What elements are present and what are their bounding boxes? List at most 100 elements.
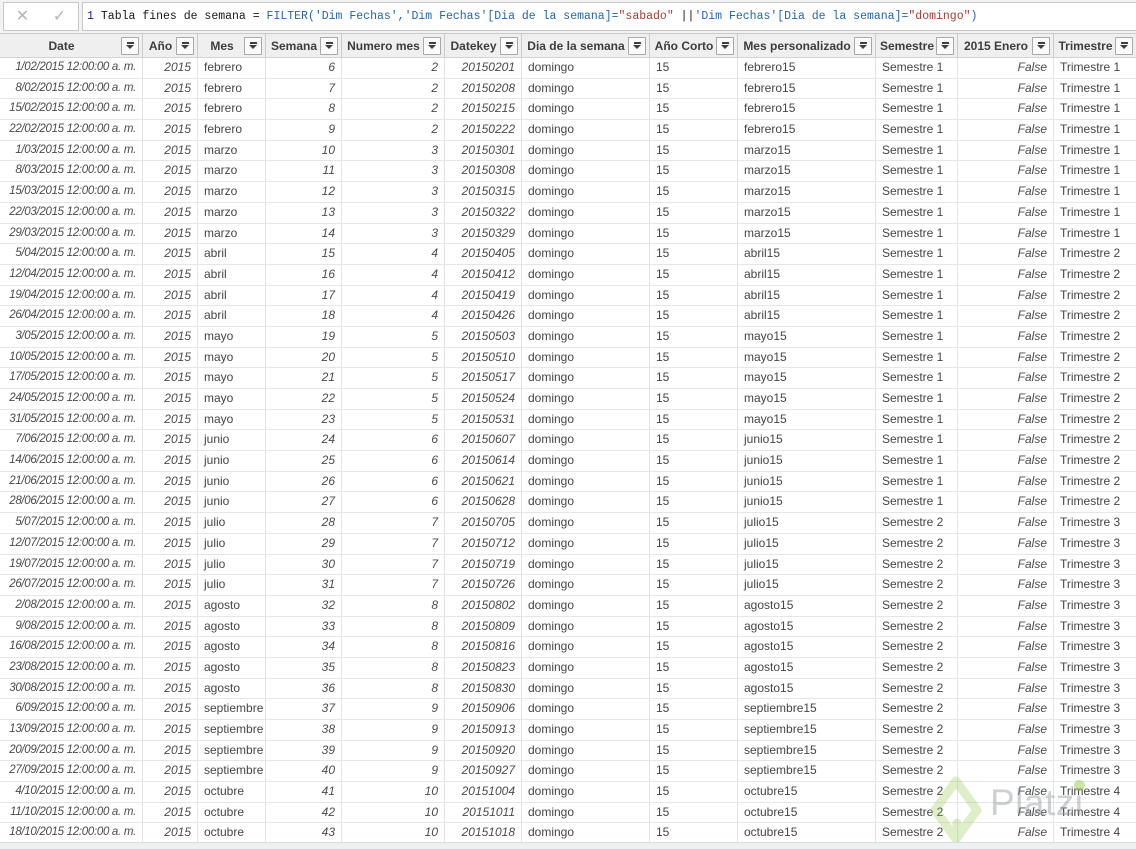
table-cell[interactable]: False [958, 595, 1054, 616]
table-cell[interactable]: 3 [342, 182, 445, 202]
table-cell[interactable]: Semestre 1 [876, 58, 958, 78]
table-cell[interactable]: 15 [650, 802, 738, 823]
table-cell[interactable]: 20151004 [445, 782, 522, 802]
table-cell[interactable]: septiembre15 [738, 720, 876, 740]
table-cell[interactable]: Semestre 1 [876, 285, 958, 306]
table-cell[interactable]: Trimestre 3 [1054, 658, 1136, 678]
table-cell[interactable]: Semestre 2 [876, 782, 958, 802]
table-cell[interactable]: 23/08/2015 12:00:00 a. m. [0, 657, 143, 678]
table-cell[interactable]: marzo [198, 202, 266, 223]
table-cell[interactable]: 15 [650, 58, 738, 78]
table-cell[interactable]: 3 [342, 140, 445, 161]
table-cell[interactable]: mayo [198, 409, 266, 430]
table-cell[interactable]: Semestre 2 [876, 533, 958, 554]
table-cell[interactable]: septiembre15 [738, 761, 876, 782]
table-cell[interactable]: 41 [266, 782, 342, 802]
table-cell[interactable]: 2015 [143, 202, 198, 223]
table-cell[interactable]: domingo [522, 244, 650, 264]
table-cell[interactable]: febrero15 [738, 58, 876, 78]
table-cell[interactable]: 20150222 [445, 120, 522, 140]
table-cell[interactable]: 14 [266, 223, 342, 244]
table-cell[interactable]: 22 [266, 389, 342, 409]
table-cell[interactable]: julio15 [738, 533, 876, 554]
table-cell[interactable]: 20150823 [445, 657, 522, 678]
table-cell[interactable]: 10/05/2015 12:00:00 a. m. [0, 347, 143, 368]
table-cell[interactable]: False [958, 823, 1054, 844]
table-cell[interactable]: Semestre 1 [876, 451, 958, 471]
table-cell[interactable]: 7 [342, 554, 445, 575]
table-cell[interactable]: 9 [342, 740, 445, 761]
table-cell[interactable]: agosto15 [738, 595, 876, 616]
table-cell[interactable]: 31/05/2015 12:00:00 a. m. [0, 409, 143, 430]
table-cell[interactable]: Trimestre 2 [1054, 389, 1136, 409]
table-cell[interactable]: False [958, 306, 1054, 326]
table-cell[interactable]: 2015 [143, 451, 198, 471]
table-cell[interactable]: 20150628 [445, 492, 522, 513]
table-cell[interactable]: 2 [342, 78, 445, 99]
table-cell[interactable]: septiembre15 [738, 699, 876, 719]
table-cell[interactable]: Trimestre 1 [1054, 203, 1136, 223]
table-cell[interactable]: 24 [266, 430, 342, 451]
table-cell[interactable]: 4 [342, 264, 445, 285]
filter-dropdown-icon[interactable] [628, 36, 646, 55]
table-cell[interactable]: mayo15 [738, 368, 876, 388]
table-cell[interactable]: domingo [522, 120, 650, 140]
table-cell[interactable]: 19 [266, 326, 342, 347]
table-cell[interactable]: 42 [266, 802, 342, 823]
table-cell[interactable]: julio15 [738, 513, 876, 533]
table-cell[interactable]: 2015 [143, 347, 198, 368]
column-header-2015-enero[interactable]: 2015 Enero [958, 34, 1054, 57]
table-cell[interactable]: 18/10/2015 12:00:00 a. m. [0, 823, 143, 844]
table-cell[interactable]: Semestre 1 [876, 347, 958, 368]
table-cell[interactable]: 15 [650, 554, 738, 575]
table-cell[interactable]: febrero [198, 99, 266, 120]
table-cell[interactable]: False [958, 720, 1054, 740]
table-cell[interactable]: False [958, 368, 1054, 388]
table-cell[interactable]: 20150920 [445, 740, 522, 761]
column-header-datekey[interactable]: Datekey [445, 34, 522, 57]
filter-dropdown-icon[interactable] [1032, 36, 1050, 55]
table-cell[interactable]: 3/05/2015 12:00:00 a. m. [0, 326, 143, 347]
table-cell[interactable]: Trimestre 2 [1054, 451, 1136, 471]
table-cell[interactable]: 28/06/2015 12:00:00 a. m. [0, 492, 143, 513]
table-cell[interactable]: Trimestre 1 [1054, 161, 1136, 181]
table-cell[interactable]: 31 [266, 575, 342, 595]
table-cell[interactable]: Trimestre 3 [1054, 720, 1136, 740]
table-cell[interactable]: mayo15 [738, 347, 876, 368]
table-cell[interactable]: False [958, 409, 1054, 430]
table-cell[interactable]: 6 [266, 58, 342, 78]
table-cell[interactable]: 2015 [143, 244, 198, 264]
table-cell[interactable]: 5 [342, 368, 445, 388]
table-cell[interactable]: False [958, 471, 1054, 492]
table-cell[interactable]: octubre15 [738, 782, 876, 802]
table-cell[interactable]: 2015 [143, 699, 198, 719]
column-header-semana[interactable]: Semana [266, 34, 342, 57]
table-cell[interactable]: Trimestre 2 [1054, 368, 1136, 388]
table-cell[interactable]: 2015 [143, 740, 198, 761]
table-cell[interactable]: domingo [522, 657, 650, 678]
table-cell[interactable]: 15 [650, 306, 738, 326]
table-cell[interactable]: 2 [342, 99, 445, 120]
table-cell[interactable]: agosto15 [738, 616, 876, 637]
column-header-mes-personalizado[interactable]: Mes personalizado [738, 34, 876, 57]
table-cell[interactable]: 15 [650, 492, 738, 513]
table-cell[interactable]: 15 [266, 244, 342, 264]
column-header-año-corto[interactable]: Año Corto [650, 34, 738, 57]
table-cell[interactable]: 37 [266, 699, 342, 719]
column-header-trimestre[interactable]: Trimestre [1054, 34, 1136, 57]
table-cell[interactable]: agosto [198, 595, 266, 616]
table-cell[interactable]: 2015 [143, 326, 198, 347]
table-cell[interactable]: 30/08/2015 12:00:00 a. m. [0, 678, 143, 699]
table-cell[interactable]: 20 [266, 347, 342, 368]
table-cell[interactable]: domingo [522, 451, 650, 471]
table-cell[interactable]: Trimestre 3 [1054, 637, 1136, 657]
table-cell[interactable]: Semestre 2 [876, 678, 958, 699]
table-cell[interactable]: 5 [342, 409, 445, 430]
table-cell[interactable]: 2 [342, 58, 445, 78]
table-cell[interactable]: 10 [342, 782, 445, 802]
table-cell[interactable]: 15 [650, 595, 738, 616]
table-cell[interactable]: Trimestre 2 [1054, 244, 1136, 264]
table-cell[interactable]: domingo [522, 678, 650, 699]
table-cell[interactable]: 2015 [143, 140, 198, 161]
table-cell[interactable]: 20150830 [445, 678, 522, 699]
